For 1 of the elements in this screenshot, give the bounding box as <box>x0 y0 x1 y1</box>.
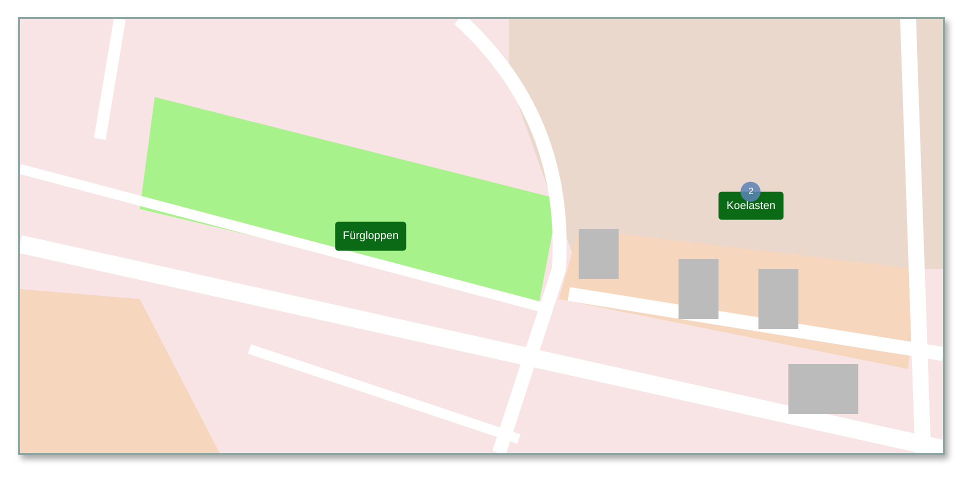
map-marker-label[interactable]: Fürgloppen <box>334 222 407 250</box>
